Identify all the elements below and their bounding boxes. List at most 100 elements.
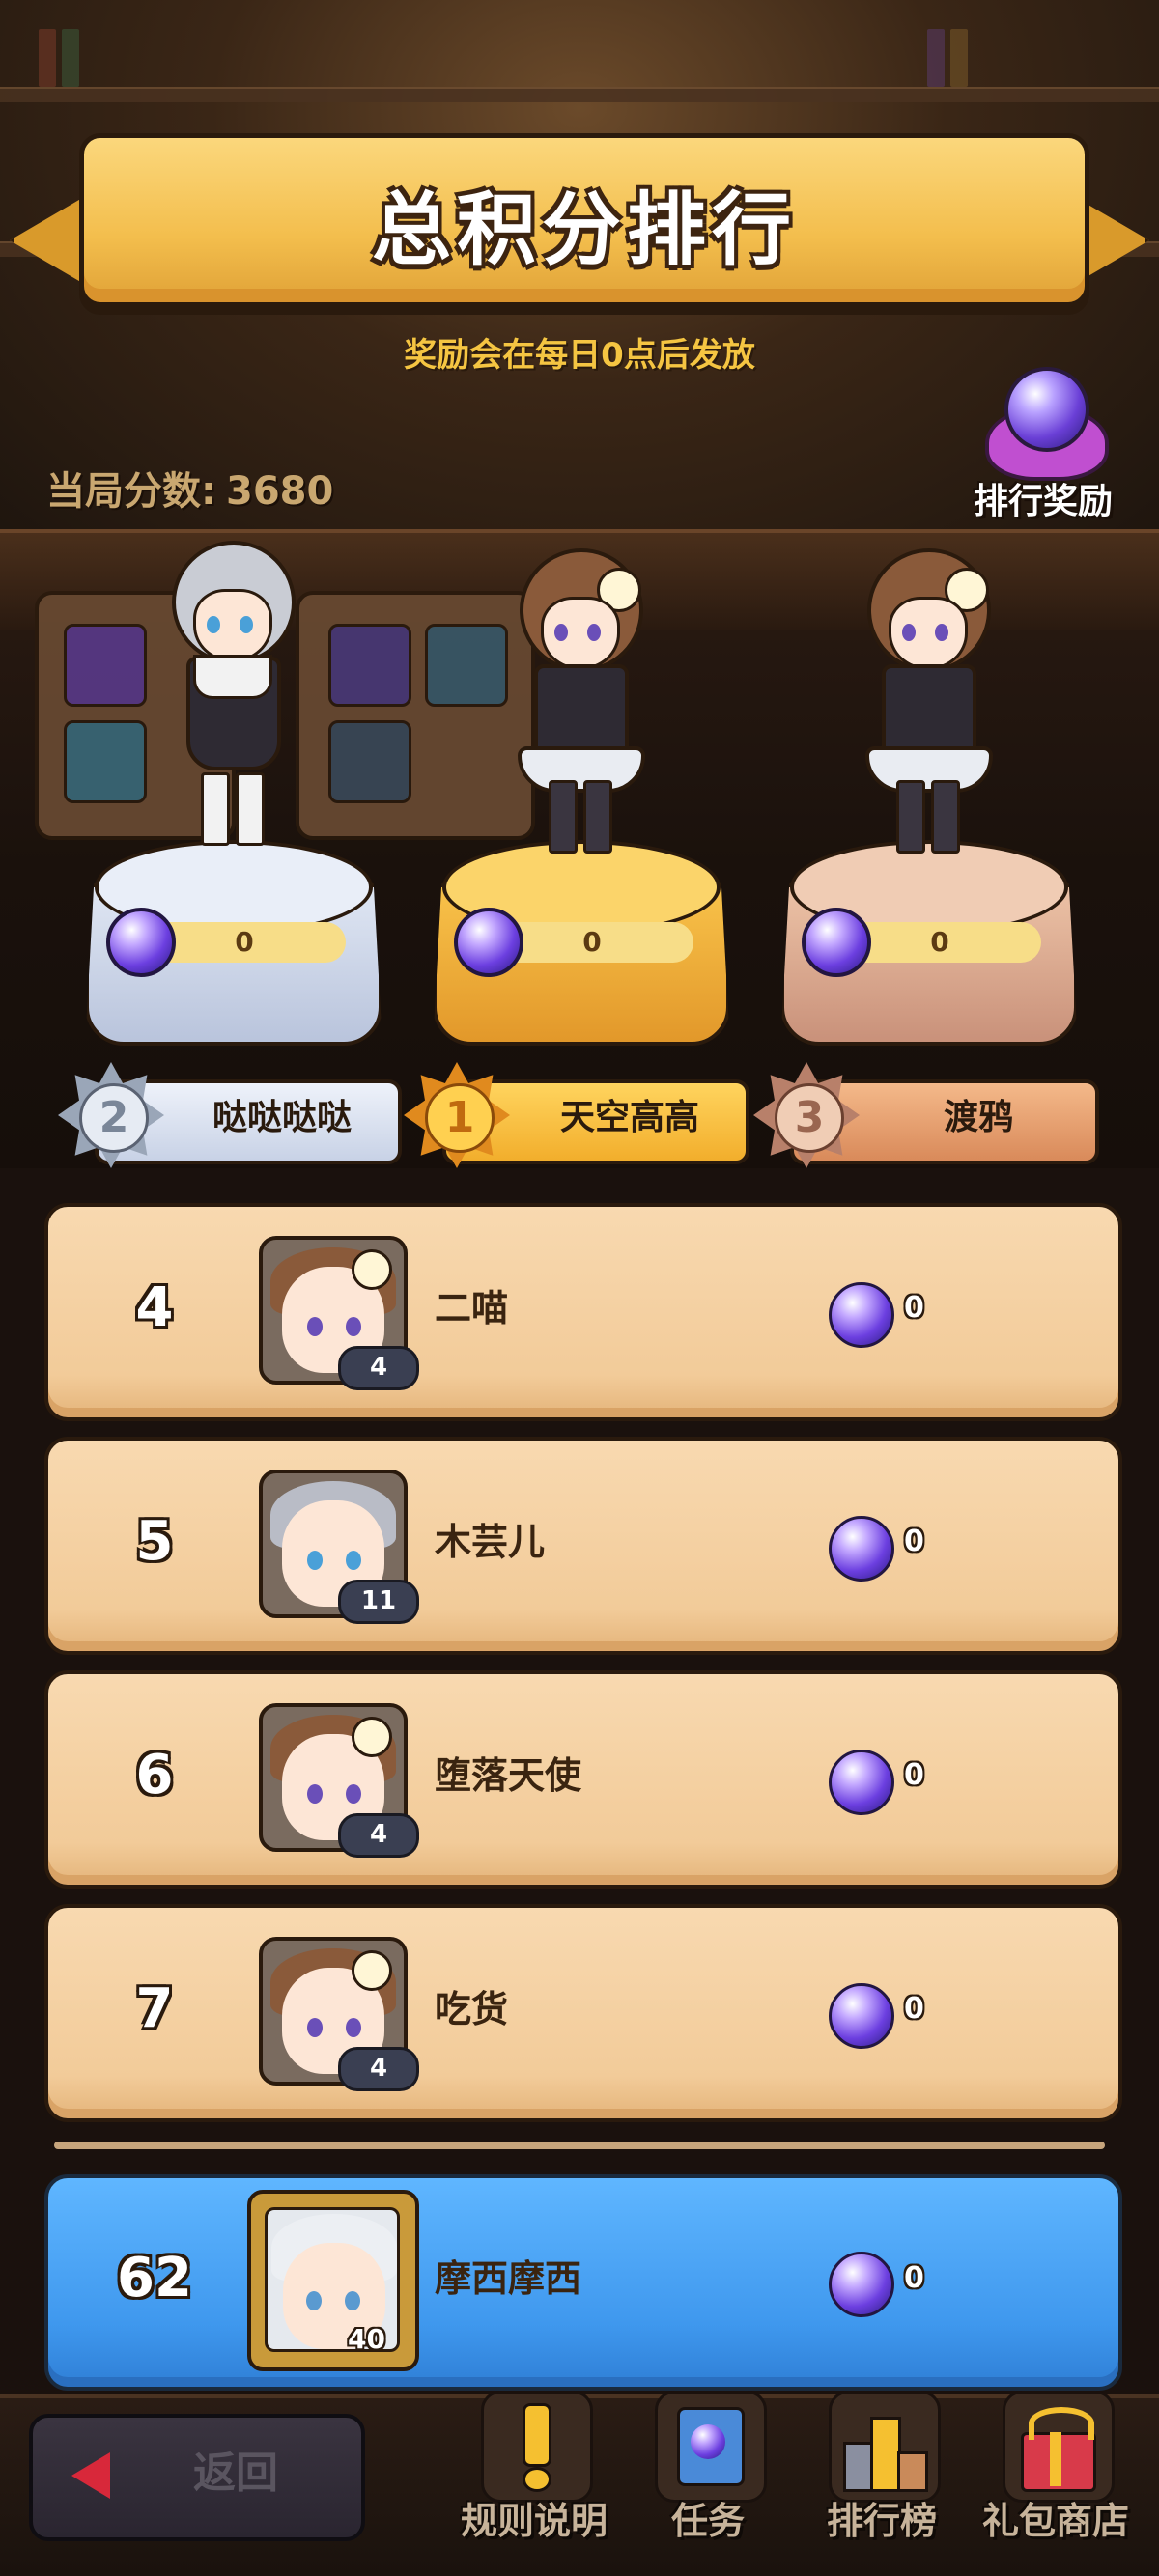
row-value: 0 <box>904 1992 924 2026</box>
level-badge: 4 <box>338 1346 419 1390</box>
background-book <box>927 29 945 87</box>
row-value: 0 <box>904 1291 924 1325</box>
crystal-orb-icon <box>829 2252 894 2317</box>
current-score: 当局分数: 3680 <box>46 460 333 516</box>
my-name: 摩西摩西 <box>435 2257 582 2300</box>
row-rank: 7 <box>135 1977 174 2040</box>
figure-eye <box>935 624 948 641</box>
character-figure <box>481 548 674 857</box>
leaderboard-icon <box>829 2391 941 2503</box>
background-book <box>62 29 79 87</box>
crystal-orb-icon <box>829 1750 894 1815</box>
figure-face <box>193 589 272 662</box>
figure-eye <box>207 616 220 633</box>
figure-leg <box>549 780 578 854</box>
leaderboard-label: 排行榜 <box>826 2500 937 2542</box>
figure-leg <box>201 772 230 846</box>
figure-leg <box>931 780 960 854</box>
exclamation-icon <box>481 2391 593 2503</box>
figure-eye <box>902 624 916 641</box>
player-name: 二喵 <box>435 1287 509 1330</box>
figure-collar <box>193 655 272 699</box>
crystal-orb-icon <box>829 1983 894 2049</box>
podium-first: 0 <box>433 840 730 1052</box>
figure-face <box>889 597 968 670</box>
figure-skirt <box>865 746 993 793</box>
ranking-row[interactable]: 4 4 二喵 0 <box>44 1203 1122 1421</box>
rules-button[interactable]: 规则说明 <box>452 2391 616 2564</box>
figure-eye <box>587 624 601 641</box>
rules-label: 规则说明 <box>460 2500 608 2542</box>
list-divider <box>54 2142 1105 2149</box>
figure-face <box>541 597 620 670</box>
page-title: 总积分排行 <box>371 184 797 276</box>
back-button[interactable]: 返回 <box>29 2414 365 2541</box>
current-score-label: 当局分数: <box>46 469 216 514</box>
my-value: 0 <box>904 2261 924 2295</box>
podium-second: 0 <box>85 840 382 1052</box>
back-label: 返回 <box>193 2449 278 2498</box>
tasks-button[interactable]: 任务 <box>626 2391 790 2564</box>
player-name: 天空高高 <box>559 1098 699 1137</box>
level-badge: 11 <box>338 1580 419 1624</box>
ranking-reward-button[interactable]: 排行奖励 <box>966 357 1120 531</box>
player-name: 渡鸦 <box>943 1098 1013 1137</box>
character-figure <box>133 541 326 850</box>
crystal-orb-icon <box>1004 367 1089 452</box>
crystal-orb-icon <box>829 1516 894 1582</box>
player-name: 木芸儿 <box>435 1521 546 1563</box>
ranking-row[interactable]: 6 4 堕落天使 0 <box>44 1670 1122 1889</box>
medal-rank: 2 <box>79 1083 149 1153</box>
podium-value: 0 <box>235 926 254 958</box>
leaderboard-button[interactable]: 排行榜 <box>800 2391 964 2564</box>
ranking-reward-label: 排行奖励 <box>973 482 1113 521</box>
level-badge: 4 <box>338 2047 419 2091</box>
current-score-value: 3680 <box>226 469 334 514</box>
figure-leg <box>896 780 925 854</box>
avatar-frame <box>247 2190 419 2371</box>
background-book <box>39 29 56 87</box>
flower-icon <box>352 1249 392 1290</box>
figure-eye <box>554 624 568 641</box>
player-name: 哒哒哒哒 <box>212 1098 352 1137</box>
bronze-medal-icon: 3 <box>753 1062 860 1168</box>
flower-icon <box>352 1717 392 1757</box>
title-banner: 总积分排行 <box>79 133 1089 307</box>
gift-shop-label: 礼包商店 <box>981 2500 1129 2542</box>
silver-medal-icon: 2 <box>58 1062 164 1168</box>
ranking-row[interactable]: 5 11 木芸儿 0 <box>44 1437 1122 1655</box>
row-value: 0 <box>904 1525 924 1558</box>
row-rank: 5 <box>135 1510 174 1573</box>
figure-leg <box>236 772 265 846</box>
gift-shop-button[interactable]: 礼包商店 <box>974 2391 1138 2564</box>
medal-rank: 1 <box>425 1083 495 1153</box>
row-rank: 4 <box>135 1276 174 1339</box>
player-name: 吃货 <box>435 1988 509 2030</box>
gold-medal-icon: 1 <box>404 1062 510 1168</box>
card-icon <box>328 624 411 707</box>
player-name: 堕落天使 <box>435 1754 582 1797</box>
figure-leg <box>583 780 612 854</box>
character-figure <box>829 548 1022 857</box>
podium-value: 0 <box>930 926 949 958</box>
figure-skirt <box>518 746 645 793</box>
card-icon <box>328 720 411 803</box>
medal-rank: 3 <box>775 1083 844 1153</box>
row-value: 0 <box>904 1758 924 1792</box>
flower-icon <box>352 1950 392 1991</box>
my-level: 40 <box>348 2323 385 2355</box>
level-badge: 4 <box>338 1813 419 1858</box>
background-shelf <box>0 87 1159 102</box>
podium-value: 0 <box>582 926 602 958</box>
crystal-orb-icon <box>829 1282 894 1348</box>
tasks-label: 任务 <box>670 2500 745 2542</box>
figure-eye <box>240 616 253 633</box>
background-book <box>950 29 968 87</box>
row-rank: 6 <box>135 1744 174 1806</box>
gift-shop-icon <box>1003 2391 1115 2503</box>
podium-third: 0 <box>780 840 1078 1052</box>
my-ranking-row[interactable]: 62 40 摩西摩西 0 <box>44 2174 1122 2391</box>
ranking-row[interactable]: 7 4 吃货 0 <box>44 1904 1122 2122</box>
my-rank: 62 <box>117 2247 192 2310</box>
back-arrow-icon <box>71 2452 110 2499</box>
